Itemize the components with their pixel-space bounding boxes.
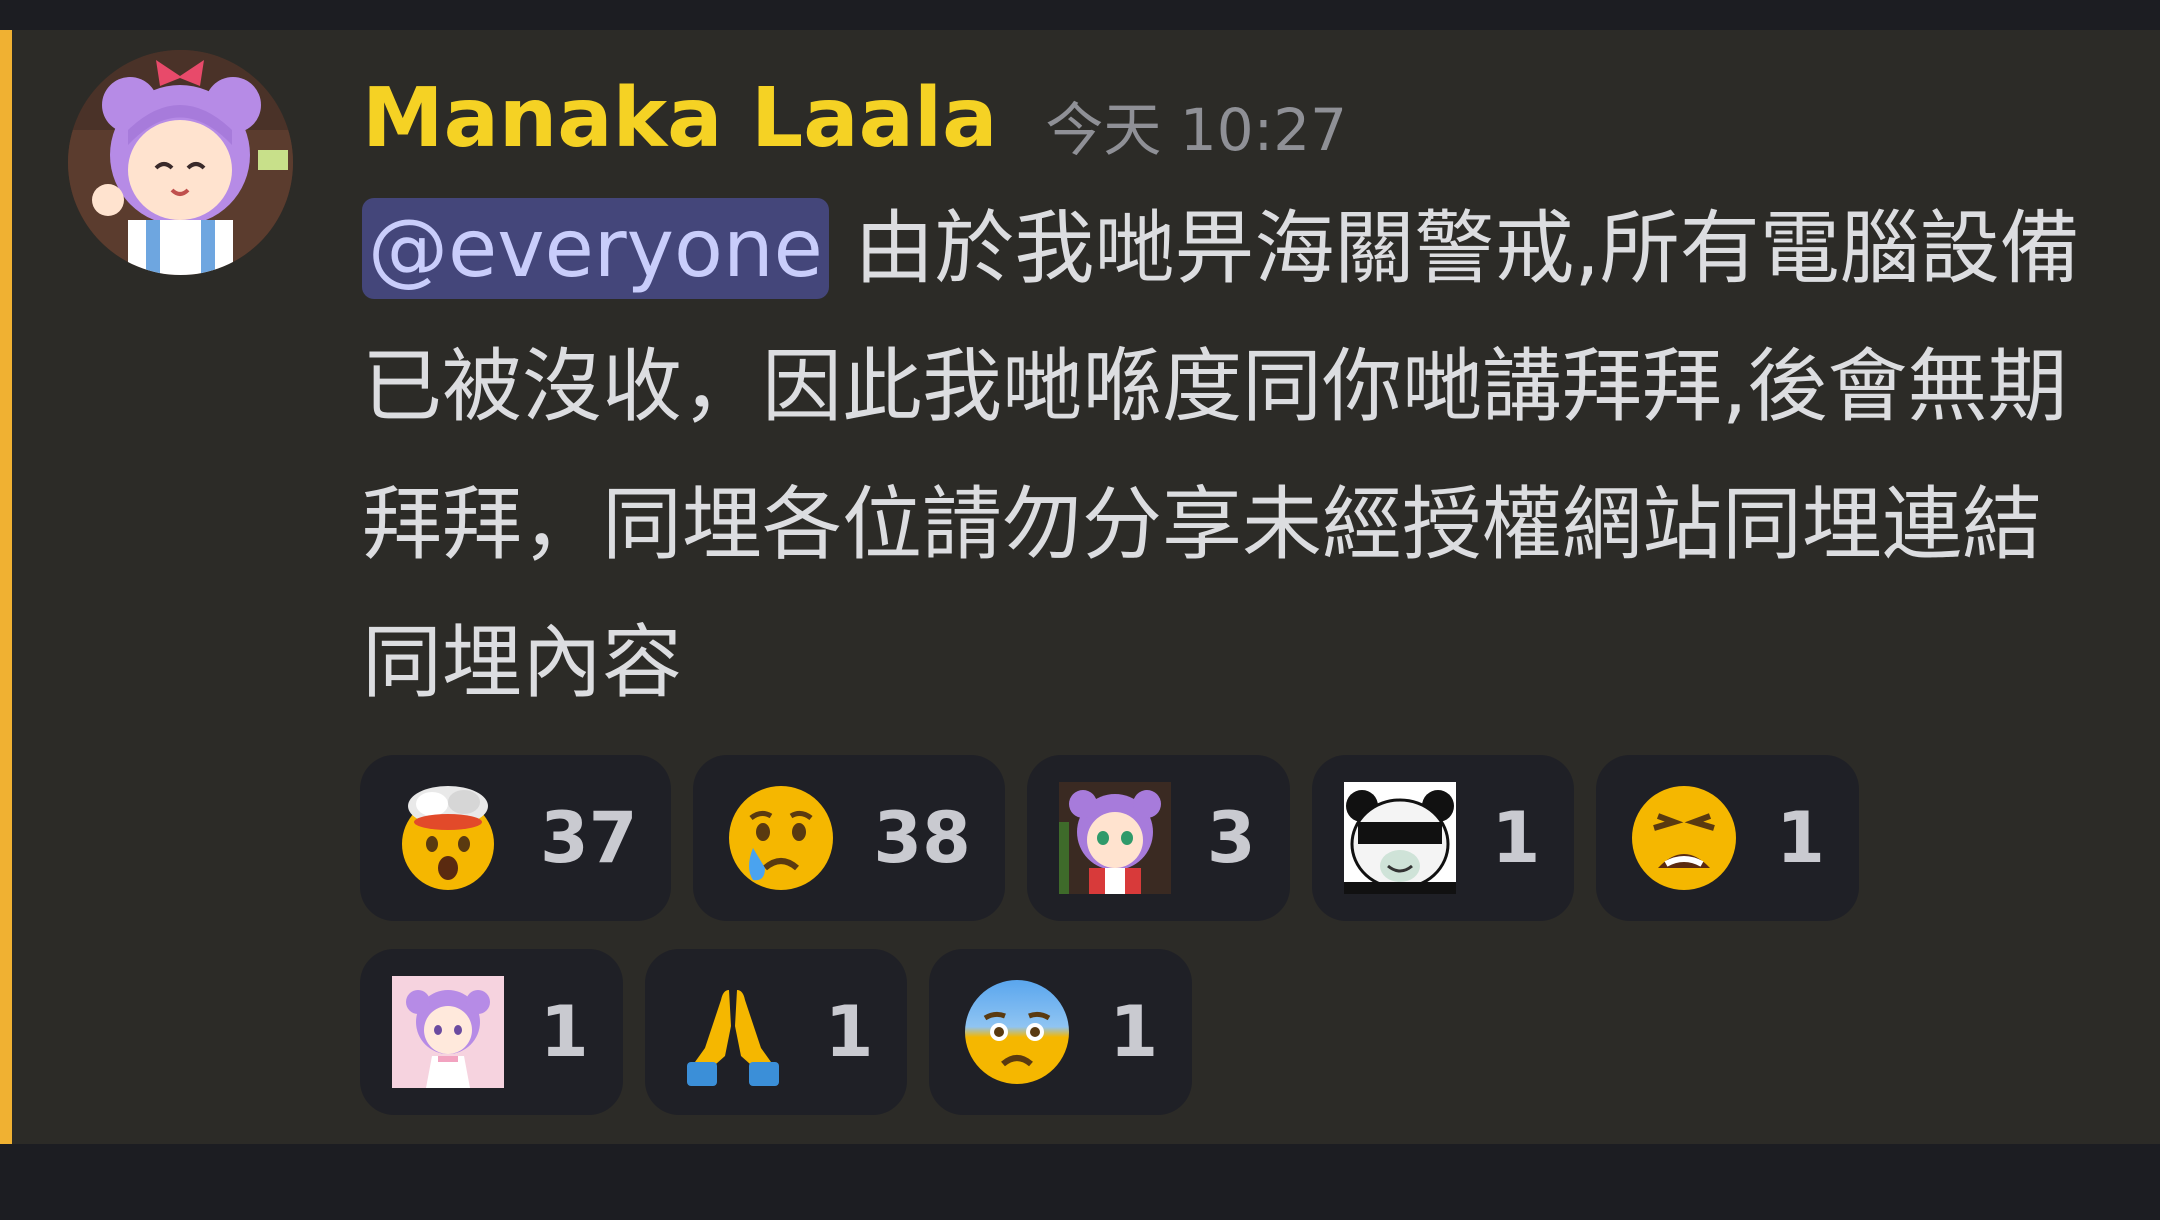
message-header: Manaka Laala 今天 10:27 [362,58,1347,178]
weary-face-icon [1628,782,1740,894]
exploding-head-icon [392,782,504,894]
reaction-panda-meme[interactable]: 1 [1311,755,1575,921]
author-name[interactable]: Manaka Laala [362,71,997,166]
folded-hands-icon [677,976,789,1088]
anime-girl-pink-sticker-icon [392,976,504,1088]
reaction-weary-face[interactable]: 1 [1596,755,1859,921]
reaction-crying-face[interactable]: 38 [693,755,1005,921]
anime-girl-sticker-icon [1058,782,1171,894]
panda-meme-sticker-icon [1343,782,1456,894]
timestamp: 今天 10:27 [1045,96,1348,164]
mention-highlight-bar [0,30,12,1144]
reaction-exploding-head[interactable]: 37 [360,755,672,921]
reaction-count: 1 [1109,991,1159,1073]
reaction-count: 38 [873,797,971,879]
reaction-count: 1 [1776,797,1825,879]
reactions-bar: 37 38 3 1 1 1 1 1 [360,755,2120,1115]
reaction-anime-girl[interactable]: 3 [1026,755,1290,921]
anxious-sweat-face-icon [961,976,1073,1088]
reaction-anime-girl-pink[interactable]: 1 [360,949,623,1115]
message-content: @everyone 由於我哋畀海關警戒,所有電腦設備已被沒收，因此我哋喺度同你哋… [362,180,2102,732]
message-item[interactable]: Manaka Laala 今天 10:27 @everyone 由於我哋畀海關警… [0,30,2160,1144]
crying-face-icon [725,782,837,894]
reaction-folded-hands[interactable]: 1 [644,949,908,1115]
reaction-count: 37 [540,797,638,879]
reaction-count: 1 [824,991,874,1073]
reaction-anxious-face[interactable]: 1 [929,949,1193,1115]
top-bar [0,0,2160,30]
reaction-count: 1 [1491,797,1541,879]
reaction-count: 3 [1206,797,1256,879]
avatar[interactable] [68,50,293,275]
reaction-count: 1 [540,991,589,1073]
avatar-image [68,50,293,275]
bottom-bar [0,1144,2160,1220]
everyone-mention[interactable]: @everyone [362,198,829,299]
